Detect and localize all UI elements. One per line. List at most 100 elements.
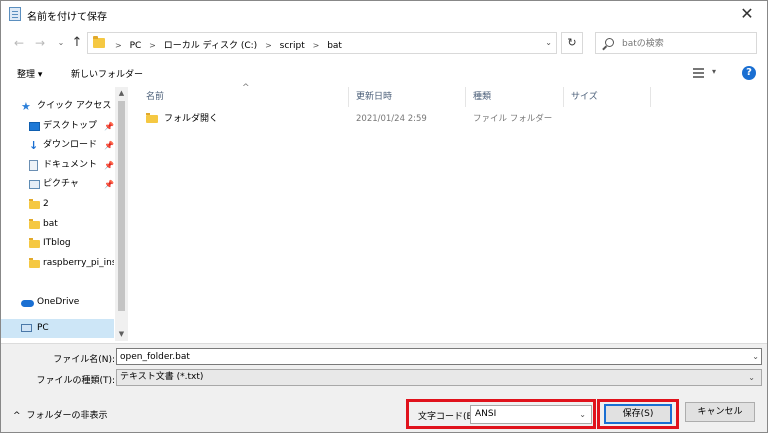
content-area: ★ クイック アクセス デスクトップ 📌 ↓ ダウンロード 📌 ドキュメント 📌 bbox=[1, 83, 767, 343]
save-highlight: 保存(S) bbox=[597, 399, 679, 429]
save-as-dialog: 名前を付けて保存 ✕ ← → ⌄ ↑ > PC > ローカル ディスク (C:)… bbox=[0, 0, 768, 433]
sidebar-item-label: raspberry_pi_inst bbox=[43, 257, 114, 268]
window-title: 名前を付けて保存 bbox=[27, 12, 107, 23]
sidebar-item-folder-raspberry[interactable]: raspberry_pi_inst bbox=[1, 254, 114, 274]
pin-icon: 📌 bbox=[104, 180, 114, 190]
column-divider[interactable] bbox=[563, 87, 564, 107]
refresh-button[interactable]: ↻ bbox=[561, 32, 583, 54]
view-dropdown-button[interactable]: ▾ bbox=[712, 67, 716, 76]
sidebar-item-label: ダウンロード bbox=[43, 140, 98, 151]
save-button[interactable]: 保存(S) bbox=[604, 404, 672, 424]
breadcrumb-pc[interactable]: PC bbox=[130, 41, 142, 51]
title-bar: 名前を付けて保存 ✕ bbox=[1, 1, 767, 27]
navigation-list: ★ クイック アクセス デスクトップ 📌 ↓ ダウンロード 📌 ドキュメント 📌 bbox=[1, 97, 114, 339]
sidebar-item-pictures[interactable]: ピクチャ 📌 bbox=[1, 175, 114, 195]
column-divider[interactable] bbox=[348, 87, 349, 107]
encoding-highlight: 文字コード(E): ANSI ⌄ bbox=[406, 399, 596, 429]
sidebar-item-quick-access[interactable]: ★ クイック アクセス bbox=[1, 97, 114, 117]
folder-icon bbox=[29, 257, 40, 268]
search-box[interactable] bbox=[595, 32, 757, 54]
sidebar-item-documents[interactable]: ドキュメント 📌 bbox=[1, 156, 114, 176]
encoding-select[interactable]: ANSI ⌄ bbox=[470, 405, 592, 424]
nav-scrollbar[interactable]: ▲ ▼ bbox=[115, 87, 128, 341]
star-icon: ★ bbox=[21, 100, 31, 113]
sidebar-item-label: bat bbox=[43, 218, 58, 229]
sidebar-item-folder-bat[interactable]: bat bbox=[1, 215, 114, 235]
sidebar-item-label: ITblog bbox=[43, 238, 71, 249]
chevron-down-icon: ⌄ bbox=[579, 410, 586, 419]
encoding-value: ANSI bbox=[475, 409, 497, 419]
address-bar[interactable]: > PC > ローカル ディスク (C:) > script > bat ⌄ bbox=[87, 32, 557, 54]
hide-folders-label: フォルダーの非表示 bbox=[26, 411, 108, 421]
back-button[interactable]: ← bbox=[11, 35, 27, 51]
organize-button[interactable]: 整理 ▾ bbox=[17, 67, 42, 80]
help-icon[interactable]: ? bbox=[742, 66, 756, 80]
pin-icon: 📌 bbox=[104, 141, 114, 151]
breadcrumb-separator[interactable]: > bbox=[265, 41, 272, 50]
command-bar: 整理 ▾ 新しいフォルダー ▾ ? bbox=[1, 59, 767, 87]
sidebar-item-folder-2[interactable]: 2 bbox=[1, 195, 114, 215]
breadcrumb-local-disk[interactable]: ローカル ディスク (C:) bbox=[164, 38, 257, 51]
cancel-button[interactable]: キャンセル bbox=[685, 402, 755, 422]
scroll-up-arrow[interactable]: ▲ bbox=[115, 87, 128, 100]
sidebar-item-folder-itblog[interactable]: ITblog bbox=[1, 234, 114, 254]
sidebar-item-desktop[interactable]: デスクトップ 📌 bbox=[1, 117, 114, 137]
sidebar-item-label: PC bbox=[37, 322, 49, 333]
sidebar-item-label: 2 bbox=[43, 198, 49, 209]
filename-input[interactable] bbox=[116, 348, 762, 365]
sidebar-item-downloads[interactable]: ↓ ダウンロード 📌 bbox=[1, 136, 114, 156]
breadcrumb-separator[interactable]: > bbox=[313, 41, 320, 50]
breadcrumb-bat[interactable]: bat bbox=[327, 41, 342, 51]
filename-label: ファイル名(N): bbox=[53, 355, 115, 365]
filetype-label: ファイルの種類(T): bbox=[36, 376, 115, 386]
navigation-pane: ★ クイック アクセス デスクトップ 📌 ↓ ダウンロード 📌 ドキュメント 📌 bbox=[1, 87, 128, 341]
sidebar-item-label: デスクトップ bbox=[43, 120, 98, 131]
cloud-icon bbox=[21, 299, 34, 307]
sidebar-item-label: ドキュメント bbox=[43, 159, 98, 170]
column-divider[interactable] bbox=[465, 87, 466, 107]
pin-icon: 📌 bbox=[104, 121, 114, 131]
sort-ascending-icon: ^ bbox=[242, 83, 250, 93]
save-options-panel: ファイル名(N): ⌄ ファイルの種類(T): テキスト文書 (*.txt) ⌄… bbox=[1, 343, 767, 432]
forward-button[interactable]: → bbox=[32, 35, 48, 51]
filetype-select[interactable]: テキスト文書 (*.txt) ⌄ bbox=[116, 369, 762, 386]
folder-icon bbox=[29, 198, 40, 209]
column-header-type[interactable]: 種類 bbox=[473, 87, 491, 107]
sidebar-item-pc[interactable]: PC bbox=[1, 318, 114, 339]
close-button[interactable]: ✕ bbox=[727, 1, 767, 27]
column-header-name[interactable]: 名前 bbox=[146, 87, 164, 107]
breadcrumb-script[interactable]: script bbox=[280, 41, 305, 51]
file-list: 名前 ^ 更新日時 種類 サイズ フォルダ開く 2021/01/24 2:59 … bbox=[130, 83, 767, 341]
search-input[interactable] bbox=[622, 36, 752, 51]
chevron-down-icon[interactable]: ⌄ bbox=[752, 352, 759, 361]
chevron-down-icon: ⌄ bbox=[748, 373, 755, 382]
file-name: フォルダ開く bbox=[164, 114, 219, 124]
scroll-thumb[interactable] bbox=[118, 101, 125, 311]
new-folder-button[interactable]: 新しいフォルダー bbox=[71, 67, 143, 80]
view-options-icon[interactable] bbox=[693, 68, 704, 78]
column-header-date[interactable]: 更新日時 bbox=[356, 87, 392, 107]
folder-icon bbox=[93, 36, 105, 48]
breadcrumb-separator[interactable]: > bbox=[149, 41, 156, 50]
column-header-size[interactable]: サイズ bbox=[571, 87, 598, 107]
sidebar-item-onedrive[interactable]: OneDrive bbox=[1, 293, 114, 313]
recent-locations-button[interactable]: ⌄ bbox=[53, 35, 69, 51]
notepad-icon bbox=[9, 7, 21, 21]
up-button[interactable]: ↑ bbox=[69, 35, 85, 51]
pc-icon bbox=[21, 323, 32, 332]
folder-icon bbox=[29, 218, 40, 229]
breadcrumb: > PC > ローカル ディスク (C:) > script > bat bbox=[110, 38, 342, 51]
file-type: ファイル フォルダー bbox=[473, 114, 553, 124]
folder-icon bbox=[29, 238, 40, 249]
hide-folders-button[interactable]: ^ フォルダーの非表示 bbox=[13, 408, 108, 421]
breadcrumb-separator: > bbox=[115, 41, 122, 50]
scroll-down-arrow[interactable]: ▼ bbox=[115, 328, 128, 341]
sidebar-item-label: クイック アクセス bbox=[37, 101, 112, 111]
sidebar-item-label: ピクチャ bbox=[43, 179, 79, 190]
chevron-down-icon[interactable]: ⌄ bbox=[545, 38, 552, 47]
pictures-icon bbox=[29, 180, 40, 190]
pin-icon: 📌 bbox=[104, 160, 114, 170]
column-divider[interactable] bbox=[650, 87, 651, 107]
table-row[interactable]: フォルダ開く 2021/01/24 2:59 ファイル フォルダー bbox=[140, 109, 640, 129]
